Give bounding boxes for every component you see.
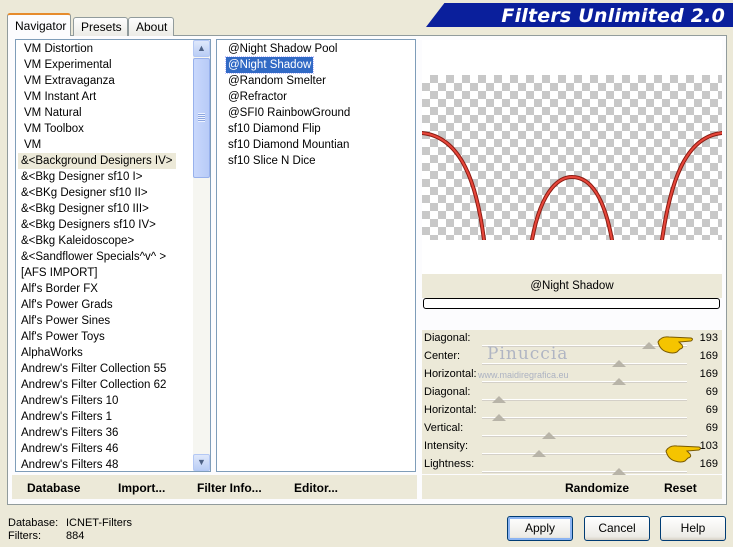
filter-item[interactable]: @Refractor — [228, 89, 287, 105]
slider-value: 169 — [699, 350, 718, 362]
category-item[interactable]: &<Sandflower Specials^v^ > — [21, 249, 166, 265]
category-item[interactable]: Alf's Power Toys — [21, 329, 105, 345]
import-button[interactable]: Import... — [118, 481, 165, 495]
filter-item[interactable]: sf10 Diamond Flip — [228, 121, 321, 137]
pointing-hand-icon — [657, 336, 693, 354]
scroll-up-icon[interactable]: ▲ — [193, 40, 210, 57]
progress-bar — [423, 298, 720, 309]
category-item[interactable]: &<BKg Designer sf10 II> — [21, 185, 148, 201]
category-item[interactable]: Andrew's Filters 1 — [21, 409, 112, 425]
slider-value: 69 — [705, 386, 718, 398]
category-item[interactable]: &<Bkg Designers sf10 IV> — [21, 217, 156, 233]
title-banner: Filters Unlimited 2.0 — [426, 3, 733, 27]
category-item[interactable]: VM Natural — [24, 105, 82, 121]
category-item[interactable]: Andrew's Filters 46 — [21, 441, 118, 457]
tab-about[interactable]: About — [128, 17, 174, 36]
category-item[interactable]: Andrew's Filter Collection 62 — [21, 377, 166, 393]
help-button[interactable]: Help — [660, 516, 726, 541]
slider-row: Horizontal: 69 — [422, 402, 722, 421]
filters-count-value: 884 — [66, 530, 85, 542]
slider-label: Diagonal: — [424, 386, 471, 398]
filter-list[interactable]: @Night Shadow Pool @Night Shadow @Random S… — [216, 39, 416, 472]
category-scrollbar[interactable]: ▲ ▼ — [193, 40, 210, 471]
watermark-url: www.maidiregrafica.eu — [478, 370, 569, 380]
pointing-hand-icon — [665, 445, 701, 463]
filter-info-button[interactable]: Filter Info... — [197, 481, 262, 495]
slider-track[interactable] — [482, 471, 687, 473]
slider-track[interactable] — [482, 399, 687, 401]
tab-presets[interactable]: Presets — [73, 17, 128, 36]
slider-label: Vertical: — [424, 422, 464, 434]
category-item[interactable]: Andrew's Filters 36 — [21, 425, 118, 441]
category-item[interactable]: &<Bkg Designer sf10 I> — [21, 169, 142, 185]
parameter-actions-bar: Randomize Reset — [422, 475, 722, 499]
category-item[interactable]: VM Toolbox — [24, 121, 84, 137]
slider-track[interactable] — [482, 453, 687, 455]
randomize-button[interactable]: Randomize — [565, 481, 629, 495]
category-item[interactable]: [AFS IMPORT] — [21, 265, 97, 281]
list-actions-bar: Database Import... Filter Info... Editor… — [12, 475, 417, 499]
slider-track[interactable] — [482, 417, 687, 419]
slider-thumb[interactable] — [612, 468, 626, 475]
reset-button[interactable]: Reset — [664, 481, 697, 495]
filter-item[interactable]: @Night Shadow — [224, 56, 315, 74]
category-item[interactable]: Alf's Border FX — [21, 281, 98, 297]
apply-button[interactable]: Apply — [507, 516, 573, 541]
slider-value: 69 — [705, 404, 718, 416]
slider-label: Intensity: — [424, 440, 469, 452]
slider-row: Horizontal: 169 — [422, 366, 722, 385]
filter-item[interactable]: @SFI0 RainbowGround — [228, 105, 350, 121]
slider-track[interactable] — [482, 435, 687, 437]
filter-item[interactable]: @Random Smelter — [228, 73, 326, 89]
category-item[interactable]: VM Distortion — [24, 41, 93, 57]
slider-label: Diagonal: — [424, 332, 471, 344]
category-item[interactable]: &<Background Designers IV> — [18, 153, 176, 169]
category-item[interactable]: Alf's Power Grads — [21, 297, 113, 313]
app-title: Filters Unlimited 2.0 — [501, 5, 725, 27]
filters-count-label: Filters: — [8, 530, 41, 542]
category-item[interactable]: VM Experimental — [24, 57, 112, 73]
category-item[interactable]: Alf's Power Sines — [21, 313, 110, 329]
slider-value: 69 — [705, 422, 718, 434]
category-item[interactable]: VM — [24, 137, 41, 153]
category-item[interactable]: Andrew's Filters 48 — [21, 457, 118, 471]
slider-label: Horizontal: — [424, 404, 477, 416]
slider-track[interactable] — [482, 381, 687, 383]
slider-row: Vertical: 69 — [422, 420, 722, 439]
category-item[interactable]: &<Bkg Designer sf10 III> — [21, 201, 149, 217]
preview-curves — [420, 131, 724, 242]
slider-label: Horizontal: — [424, 368, 477, 380]
scroll-down-icon[interactable]: ▼ — [193, 454, 210, 471]
preview-area — [420, 40, 724, 274]
filter-item[interactable]: sf10 Diamond Mountian — [228, 137, 349, 153]
cancel-button[interactable]: Cancel — [584, 516, 650, 541]
category-list[interactable]: VM Distortion VM Experimental VM Extravaga… — [15, 39, 211, 472]
category-item[interactable]: VM Instant Art — [24, 89, 96, 105]
slider-value: 169 — [699, 368, 718, 380]
slider-label: Center: — [424, 350, 461, 362]
current-filter-name: @Night Shadow — [422, 274, 722, 298]
slider-row: Diagonal: 69 — [422, 384, 722, 403]
category-item[interactable]: VM Extravaganza — [24, 73, 115, 89]
tab-navigator[interactable]: Navigator — [7, 13, 71, 36]
filter-item[interactable]: @Night Shadow Pool — [228, 41, 338, 57]
preview-canvas — [420, 75, 724, 242]
category-item[interactable]: AlphaWorks — [21, 345, 83, 361]
database-value: ICNET-Filters — [66, 517, 132, 529]
database-button[interactable]: Database — [27, 481, 80, 495]
scroll-thumb[interactable] — [193, 58, 210, 178]
category-item[interactable]: &<Bkg Kaleidoscope> — [21, 233, 134, 249]
watermark-name: Pinuccia — [487, 344, 569, 364]
slider-label: Lightness: — [424, 458, 475, 470]
category-item[interactable]: Andrew's Filters 10 — [21, 393, 118, 409]
filter-item[interactable]: sf10 Slice N Dice — [228, 153, 316, 169]
slider-value: 193 — [699, 332, 718, 344]
database-label: Database: — [8, 517, 59, 529]
category-item[interactable]: Andrew's Filter Collection 55 — [21, 361, 166, 377]
editor-button[interactable]: Editor... — [294, 481, 338, 495]
